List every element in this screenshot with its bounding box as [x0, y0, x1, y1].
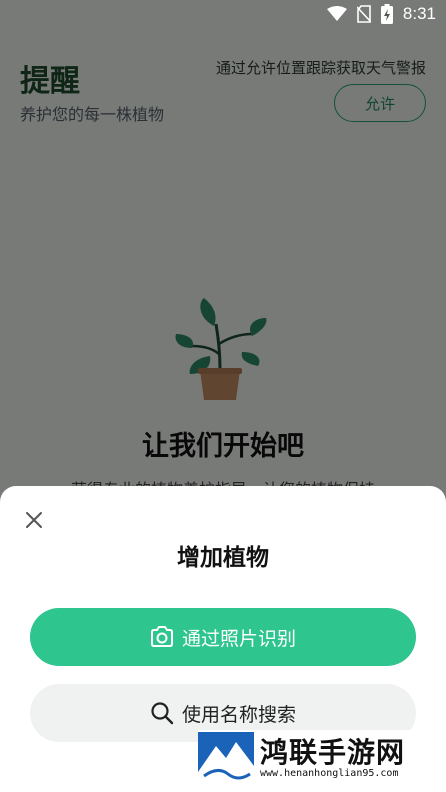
identify-by-photo-label: 通过照片识别: [181, 627, 296, 650]
sheet-title: 增加植物: [177, 545, 269, 571]
identify-by-photo-button[interactable]: 通过照片识别: [30, 608, 416, 666]
mountain-logo-icon: [198, 732, 254, 784]
status-bar: 8:31: [0, 0, 446, 30]
battery-charging-icon: [380, 4, 393, 24]
status-time: 8:31: [402, 4, 436, 23]
close-icon[interactable]: [22, 508, 46, 532]
watermark-url: www.henanhonglian95.com: [260, 767, 399, 779]
camera-icon: [150, 626, 173, 647]
watermark-logo: 鸿联手游网 www.henanhonglian95.com: [198, 730, 438, 786]
search-icon: [151, 702, 174, 725]
no-sim-icon: [356, 5, 371, 23]
wifi-icon: [326, 6, 347, 21]
search-by-name-label: 使用名称搜索: [181, 703, 296, 726]
watermark-name: 鸿联手游网: [260, 735, 406, 769]
